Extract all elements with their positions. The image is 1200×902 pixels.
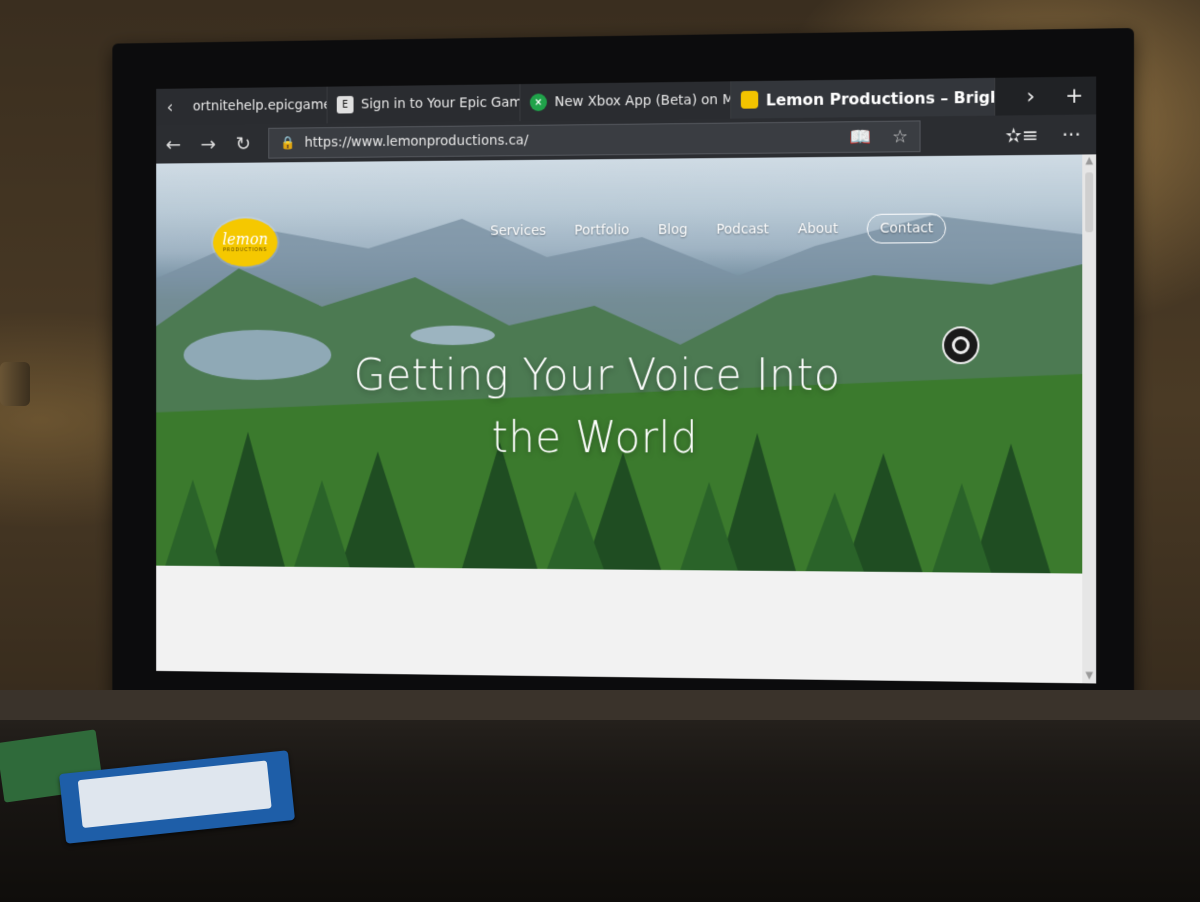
hero-section: lemon PRODUCTIONS Services Portfolio Blo…: [156, 154, 1083, 574]
epic-games-icon: E: [336, 95, 354, 114]
nav-podcast[interactable]: Podcast: [716, 222, 768, 238]
nav-about[interactable]: About: [798, 221, 838, 237]
address-actions: 📖 ☆: [842, 126, 920, 148]
tv-screen: ‹ ortnitehelp.epicgames.com E Sign in to…: [156, 76, 1097, 684]
tab-label: ortnitehelp.epicgames.com: [192, 96, 328, 115]
controller-cursor-icon: [942, 326, 980, 365]
back-button[interactable]: ←: [156, 133, 191, 156]
vertical-scrollbar[interactable]: ▲ ▼: [1082, 154, 1097, 684]
tab-epic-games-sign-in[interactable]: E Sign in to Your Epic Games .: [327, 84, 521, 124]
tab-label: Lemon Productions – Bright: [765, 87, 996, 109]
bluray-case-cover: [77, 760, 272, 829]
site-navigation: Services Portfolio Blog Podcast About Co…: [490, 213, 946, 245]
nav-services[interactable]: Services: [490, 223, 546, 239]
nav-blog[interactable]: Blog: [658, 222, 688, 238]
hero-headline: Getting Your Voice Into the World: [294, 344, 903, 471]
refresh-button[interactable]: ↻: [226, 132, 261, 155]
logo-subtext: PRODUCTIONS: [223, 247, 268, 254]
tab-label: Sign in to Your Epic Games .: [360, 94, 521, 113]
tab-lemon-productions[interactable]: Lemon Productions – Bright: [731, 77, 996, 119]
nav-portfolio[interactable]: Portfolio: [574, 223, 629, 239]
scroll-down-icon[interactable]: ▼: [1082, 669, 1096, 683]
contact-button[interactable]: Contact: [867, 213, 946, 244]
lock-icon: 🔒: [280, 135, 296, 151]
tv-stand-top: [0, 690, 1200, 720]
toolbar-right: ✫≡ ···: [997, 122, 1097, 148]
tab-controls: › +: [1009, 76, 1096, 115]
logo-text: lemon: [222, 229, 269, 249]
door-knob: [0, 362, 30, 406]
lemon-icon: [740, 90, 759, 109]
favorites-icon[interactable]: ✫≡: [997, 123, 1046, 147]
favorite-star-icon[interactable]: ☆: [880, 126, 919, 147]
forward-button[interactable]: →: [191, 132, 226, 155]
more-menu-icon[interactable]: ···: [1047, 122, 1097, 147]
tab-scroll-left-button[interactable]: ‹: [156, 88, 184, 126]
lemon-productions-logo[interactable]: lemon PRODUCTIONS: [212, 218, 278, 267]
web-page: lemon PRODUCTIONS Services Portfolio Blo…: [156, 154, 1083, 684]
tv-bezel: ‹ ortnitehelp.epicgames.com E Sign in to…: [112, 28, 1135, 728]
reading-view-icon[interactable]: 📖: [842, 126, 881, 147]
scroll-thumb[interactable]: [1085, 172, 1094, 233]
address-bar[interactable]: 🔒 https://www.lemonproductions.ca/ 📖 ☆: [268, 120, 921, 159]
new-tab-button[interactable]: +: [1052, 76, 1096, 114]
scroll-up-icon[interactable]: ▲: [1082, 154, 1096, 168]
chevron-right-icon[interactable]: ›: [1009, 77, 1052, 115]
xbox-icon: ×: [529, 93, 547, 112]
tab-fortnite-help[interactable]: ortnitehelp.epicgames.com: [183, 86, 328, 125]
tab-xbox-app[interactable]: × New Xbox App (Beta) on M: [520, 81, 732, 122]
url-text[interactable]: https://www.lemonproductions.ca/: [304, 133, 528, 151]
hero-line-1: Getting Your Voice Into: [353, 350, 841, 401]
hero-line-2: the World: [491, 412, 698, 464]
tab-label: New Xbox App (Beta) on M: [554, 92, 732, 110]
